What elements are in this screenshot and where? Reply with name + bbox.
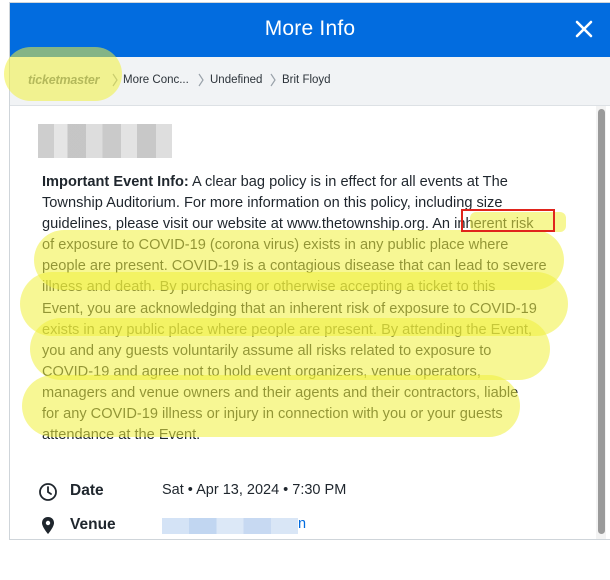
modal-content[interactable]: Important Event Info: A clear bag policy… [12,106,608,539]
ticketmaster-logo[interactable]: ticketmaster [28,73,99,87]
close-icon [575,20,593,38]
date-value: Sat • Apr 13, 2024 • 7:30 PM [162,482,347,498]
chevron-right-icon [198,73,204,87]
breadcrumb-item-event[interactable]: Brit Floyd [282,74,331,86]
event-info-line: Important Event Info: A clear bag policy… [42,174,508,190]
event-info-text: Important Event Info: A clear bag policy… [42,172,572,446]
date-label: Date [70,482,104,499]
chevron-right-icon [270,73,276,87]
breadcrumb: ticketmaster More Conc... Undefined Brit… [10,57,610,106]
venue-link[interactable]: n [298,516,306,532]
event-info-line: illness and death. By purchasing or othe… [42,279,496,296]
chevron-right-icon [112,73,118,87]
event-info-label: Important Event Info: [42,174,189,190]
more-info-modal: More Info ticketmaster More Conc... Unde… [9,2,610,540]
event-info-line: you and any guests voluntarily assume al… [42,342,492,359]
event-info-line: Township Auditorium. For more informatio… [42,195,503,212]
event-info-line: Event, you are acknowledging that an inh… [42,300,537,317]
event-info-line: exists in any public place where people … [42,321,533,338]
location-pin-icon [42,517,54,534]
event-info-line: managers and venue owners and their agen… [42,384,519,401]
breadcrumb-item-undefined[interactable]: Undefined [210,74,262,86]
event-info-line: guidelines, please visit our website at … [42,216,534,233]
event-info-line: for any COVID-19 illness or injury in co… [42,406,503,423]
event-info-line: attendance at the Event. [42,427,201,444]
redacted-venue-name[interactable] [162,518,298,534]
event-info-line: COVID-19 and agree not to hold event org… [42,363,481,380]
clock-icon [39,483,57,501]
redacted-event-title [38,124,172,158]
event-info-line: of exposure to COVID-19 (corona virus) e… [42,237,509,254]
modal-title: More Info [264,17,356,40]
event-info-line: people are present. COVID-19 is a contag… [42,258,547,275]
scrollbar-thumb[interactable] [598,109,605,534]
breadcrumb-item-concerts[interactable]: More Conc... [123,74,189,86]
modal-header: More Info [10,3,610,57]
venue-label: Venue [70,516,116,533]
close-button[interactable] [572,17,596,41]
